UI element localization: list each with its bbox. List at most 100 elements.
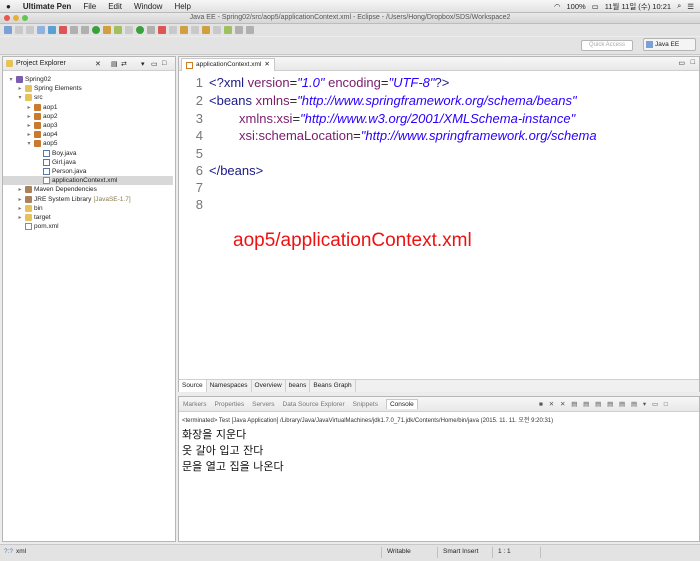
tree-item-applicationcontext-xml[interactable]: applicationContext.xml bbox=[3, 176, 173, 186]
minimize-view-icon[interactable]: ▭ bbox=[151, 60, 158, 68]
tree-item-spring-elements[interactable]: ▸ Spring Elements bbox=[3, 84, 82, 93]
expanded-arrow-icon[interactable]: ▾ bbox=[26, 140, 32, 147]
save-icon[interactable] bbox=[15, 26, 23, 34]
battery-label[interactable]: 100% bbox=[566, 2, 585, 11]
perspective-label: Java EE bbox=[655, 41, 680, 48]
annotation-icon[interactable] bbox=[224, 26, 232, 34]
status-cursor-position: 1 : 1 bbox=[498, 548, 511, 555]
tab-snippets[interactable]: Snippets bbox=[353, 401, 378, 408]
tree-item-aop1[interactable]: ▸ aop1 bbox=[3, 103, 57, 112]
tree-item-boy-java[interactable]: Boy.java bbox=[3, 149, 76, 158]
collapsed-arrow-icon[interactable]: ▸ bbox=[17, 186, 23, 193]
tree-item-aop4[interactable]: ▸ aop4 bbox=[3, 130, 57, 139]
tab-overview[interactable]: Overview bbox=[252, 380, 286, 392]
collapsed-arrow-icon[interactable]: ▸ bbox=[26, 113, 32, 120]
forward-icon[interactable] bbox=[246, 26, 254, 34]
package-icon bbox=[34, 112, 41, 120]
project-explorer-title[interactable]: Project Explorer bbox=[16, 60, 66, 67]
console-output-line: 문을 열고 집을 나온다 bbox=[182, 460, 284, 473]
collapsed-arrow-icon[interactable]: ▸ bbox=[17, 205, 23, 212]
console-toolbar-icons[interactable]: ■ ✕ ✕ ▤ ▤ ▤ ▤ ▤ ▤ ▾ ▭ □ bbox=[539, 400, 670, 408]
menu-help[interactable]: Help bbox=[174, 2, 190, 11]
run-icon[interactable] bbox=[136, 26, 144, 34]
skip-icon[interactable] bbox=[70, 26, 78, 34]
open-type-icon[interactable] bbox=[48, 26, 56, 34]
battery-icon[interactable]: ▭ bbox=[592, 2, 599, 11]
status-separator bbox=[381, 547, 382, 558]
app-menu[interactable]: Ultimate Pen bbox=[23, 2, 71, 11]
new-icon[interactable] bbox=[4, 26, 12, 34]
maximize-view-icon[interactable]: □ bbox=[162, 60, 166, 67]
close-view-icon[interactable]: ✕ bbox=[95, 60, 101, 68]
collapsed-arrow-icon[interactable]: ▸ bbox=[17, 196, 23, 203]
stop-icon[interactable] bbox=[59, 26, 67, 34]
clock[interactable]: 11월 11일 (수) 10:21 bbox=[605, 1, 671, 12]
console-output-line: 옷 갈아 입고 잔다 bbox=[182, 444, 264, 457]
menu-window[interactable]: Window bbox=[134, 2, 162, 11]
editor-tab-applicationcontext[interactable]: applicationContext.xml ✕ bbox=[181, 58, 275, 71]
minimize-window-button[interactable] bbox=[13, 15, 19, 21]
print-icon[interactable] bbox=[26, 26, 34, 34]
search-tool-icon[interactable] bbox=[213, 26, 221, 34]
tree-item-target[interactable]: ▸ target bbox=[3, 213, 51, 222]
folder-icon[interactable] bbox=[103, 26, 111, 34]
collapsed-arrow-icon[interactable]: ▸ bbox=[26, 131, 32, 138]
debug-icon[interactable] bbox=[92, 26, 100, 34]
new-class-icon[interactable] bbox=[191, 26, 199, 34]
tree-item-bin[interactable]: ▸ bin bbox=[3, 204, 43, 213]
tree-item-person-java[interactable]: Person.java bbox=[3, 167, 86, 176]
settings-icon[interactable] bbox=[125, 26, 133, 34]
server-icon[interactable] bbox=[37, 26, 45, 34]
build-icon[interactable] bbox=[81, 26, 89, 34]
tab-data-source-explorer[interactable]: Data Source Explorer bbox=[283, 401, 345, 408]
tab-servers[interactable]: Servers bbox=[252, 401, 274, 408]
tree-item-aop3[interactable]: ▸ aop3 bbox=[3, 121, 57, 130]
notification-center-icon[interactable]: ☰ bbox=[687, 2, 694, 11]
open-folder-icon[interactable] bbox=[202, 26, 210, 34]
menu-file[interactable]: File bbox=[83, 2, 96, 11]
tab-markers[interactable]: Markers bbox=[183, 401, 206, 408]
expanded-arrow-icon[interactable]: ▾ bbox=[17, 94, 23, 101]
search-icon[interactable]: ⌕ bbox=[677, 1, 681, 11]
link-editor-icon[interactable]: ⇄ bbox=[121, 60, 127, 68]
external-tools-icon[interactable] bbox=[158, 26, 166, 34]
tree-item-spring02[interactable]: ▾ Spring02 bbox=[3, 75, 51, 84]
zoom-window-button[interactable] bbox=[22, 15, 28, 21]
tree-item-girl-java[interactable]: Girl.java bbox=[3, 158, 76, 167]
wifi-icon[interactable]: ◠ bbox=[554, 2, 561, 11]
close-window-button[interactable] bbox=[4, 15, 10, 21]
tab-namespaces[interactable]: Namespaces bbox=[207, 380, 252, 392]
tree-item-pom-xml[interactable]: pom.xml bbox=[3, 222, 59, 231]
tab-console[interactable]: Console bbox=[385, 399, 418, 409]
new-package-icon[interactable] bbox=[180, 26, 188, 34]
view-menu-icon[interactable]: ▾ bbox=[141, 60, 145, 68]
tree-item-src[interactable]: ▾ src bbox=[3, 93, 43, 102]
new-java-project-icon[interactable] bbox=[169, 26, 177, 34]
tree-item-maven-dependencies[interactable]: ▸ Maven Dependencies bbox=[3, 185, 97, 194]
collapse-all-icon[interactable]: ▤ bbox=[111, 60, 118, 68]
collapsed-arrow-icon[interactable]: ▸ bbox=[26, 104, 32, 111]
expanded-arrow-icon[interactable]: ▾ bbox=[8, 76, 14, 83]
checkbox-icon[interactable] bbox=[114, 26, 122, 34]
tree-item-jre-system-library[interactable]: ▸ JRE System Library [JavaSE-1.7] bbox=[3, 195, 131, 204]
tab-properties[interactable]: Properties bbox=[214, 401, 244, 408]
collapsed-arrow-icon[interactable]: ▸ bbox=[17, 214, 23, 221]
tab-source[interactable]: Source bbox=[179, 380, 207, 392]
perspective-java-ee-button[interactable]: Java EE bbox=[643, 38, 696, 51]
java-file-icon bbox=[43, 168, 50, 175]
minimize-editor-icon[interactable]: ▭ bbox=[678, 59, 685, 67]
quick-access-input[interactable]: Quick Access bbox=[581, 40, 633, 51]
tab-beans-graph[interactable]: Beans Graph bbox=[310, 380, 356, 392]
menu-edit[interactable]: Edit bbox=[108, 2, 122, 11]
collapsed-arrow-icon[interactable]: ▸ bbox=[17, 85, 23, 92]
back-icon[interactable] bbox=[235, 26, 243, 34]
tree-item-aop5[interactable]: ▾ aop5 bbox=[3, 139, 57, 148]
spring-icon bbox=[25, 85, 32, 93]
tree-item-aop2[interactable]: ▸ aop2 bbox=[3, 112, 57, 121]
close-tab-icon[interactable]: ✕ bbox=[264, 59, 269, 71]
run-dropdown-icon[interactable] bbox=[147, 26, 155, 34]
apple-menu-icon[interactable]: ● bbox=[6, 2, 11, 11]
tab-beans[interactable]: beans bbox=[286, 380, 311, 392]
collapsed-arrow-icon[interactable]: ▸ bbox=[26, 122, 32, 129]
maximize-editor-icon[interactable]: □ bbox=[691, 59, 695, 66]
